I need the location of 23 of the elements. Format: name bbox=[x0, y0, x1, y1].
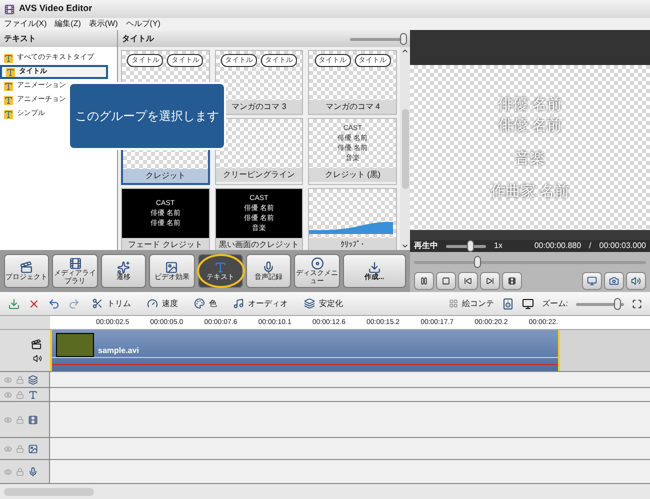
time-separator: / bbox=[589, 240, 592, 252]
preview-text: 俳優 名前 bbox=[498, 96, 562, 112]
preview-text: 作曲家 名前 bbox=[490, 182, 570, 200]
panel-header: タイトル bbox=[122, 32, 155, 44]
speed-value: 1x bbox=[494, 240, 502, 252]
clip-name: sample.avi bbox=[98, 345, 139, 357]
template-caption: クリーピングライン bbox=[222, 169, 295, 181]
current-time: 00:00:00.880 bbox=[534, 240, 582, 252]
template-caption: ｸﾘｯﾌﾟ･ bbox=[340, 239, 365, 250]
template-caption: フェード クレジット bbox=[128, 239, 202, 250]
template-caption: 黒い画面のクレジット bbox=[218, 239, 299, 250]
preview-text: 音楽 bbox=[515, 150, 545, 166]
panel-header: テキスト bbox=[0, 30, 117, 47]
template-caption: クレジット (黒) bbox=[324, 169, 380, 181]
total-time: 00:00:03.000 bbox=[599, 240, 646, 252]
zoom-label: ズーム: bbox=[542, 298, 568, 310]
template-caption: クレジット bbox=[145, 170, 186, 182]
preview-text: 俳優 名前 bbox=[498, 116, 562, 134]
playback-status: 再生中 bbox=[414, 240, 438, 252]
template-caption: マンガのコマ 4 bbox=[325, 101, 380, 113]
window-title: AVS Video Editor bbox=[19, 2, 92, 16]
template-caption: マンガのコマ 3 bbox=[232, 101, 286, 113]
callout-tooltip: このグループを選択します bbox=[68, 82, 226, 150]
